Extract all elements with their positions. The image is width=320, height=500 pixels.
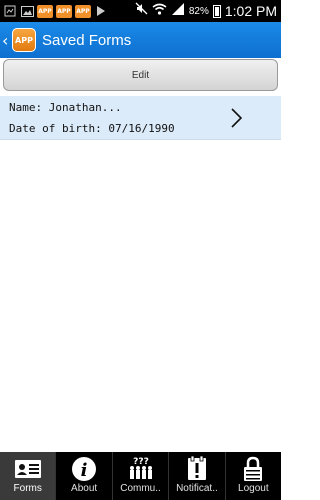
notification-icon (186, 455, 208, 483)
form-dob: Date of birth: 07/16/1990 (9, 122, 175, 135)
mute-icon (135, 2, 148, 20)
tab-logout[interactable]: Logout (226, 452, 281, 500)
app-notification-icon: APP (75, 4, 91, 18)
edit-button[interactable]: Edit (3, 59, 278, 91)
chevron-right-icon (231, 108, 242, 128)
info-icon: i (71, 455, 97, 483)
tab-community[interactable]: ??? Commu.. (113, 452, 170, 500)
lock-icon (242, 455, 264, 483)
page-title: Saved Forms (42, 31, 132, 49)
svg-text:???: ??? (133, 457, 149, 467)
saved-form-item[interactable]: Name: Jonathan... Date of birth: 07/16/1… (0, 96, 281, 140)
clock: 1:02 PM (224, 3, 277, 19)
image-icon (20, 5, 34, 18)
signal-icon (171, 2, 185, 20)
tab-bar: Forms i About ??? Commu.. Notificat.. Lo… (0, 452, 281, 500)
tab-label: Commu.. (120, 483, 161, 494)
app-logo[interactable]: APP (12, 28, 36, 52)
back-icon[interactable]: ‹ (2, 31, 10, 50)
tab-label: Logout (238, 483, 269, 494)
battery-icon (212, 4, 221, 18)
tab-notifications[interactable]: Notificat.. (169, 452, 226, 500)
tab-forms[interactable]: Forms (0, 452, 57, 500)
screen-capture-icon (3, 5, 17, 18)
status-bar: APP APP APP 82% 1:02 PM (0, 0, 281, 22)
system-status: 82% 1:02 PM (135, 2, 281, 20)
tab-label: Forms (13, 483, 42, 494)
wifi-icon (152, 2, 167, 20)
tab-label: About (71, 483, 98, 494)
community-icon: ??? (126, 455, 156, 483)
app-notification-icon: APP (37, 4, 53, 18)
action-bar: ‹ APP Saved Forms (0, 22, 281, 58)
overflow-icon (94, 5, 108, 18)
tab-label: Notificat.. (176, 483, 218, 494)
battery-percent: 82% (188, 5, 209, 17)
svg-text:i: i (81, 460, 88, 481)
id-card-icon (14, 455, 42, 483)
tab-about[interactable]: i About (56, 452, 113, 500)
form-name: Name: Jonathan... (9, 101, 122, 114)
notification-icons: APP APP APP (0, 4, 108, 18)
app-notification-icon: APP (56, 4, 72, 18)
